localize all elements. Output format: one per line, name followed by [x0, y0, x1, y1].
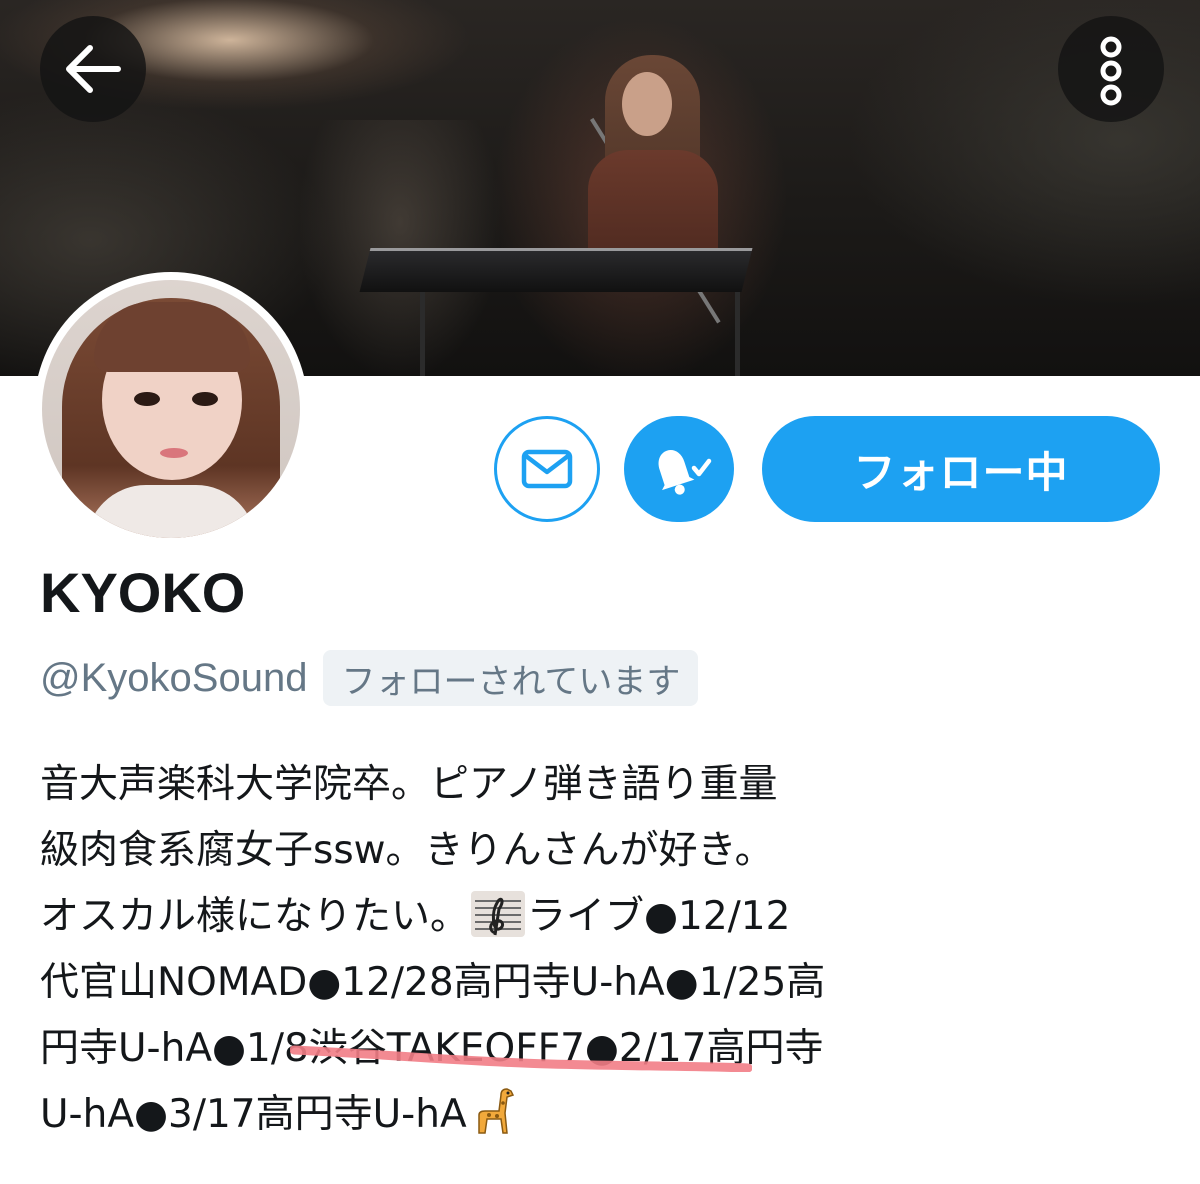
bio-line: 音大声楽科大学院卒。ピアノ弾き語り重量 — [40, 762, 778, 807]
mail-icon — [521, 449, 573, 489]
bio-line: 代官山NOMAD●12/28高円寺U-hA●1/25高 — [40, 960, 826, 1005]
back-button[interactable] — [40, 16, 146, 122]
bio-line: U-hA●3/17高円寺U-hA — [40, 1082, 1040, 1148]
avatar[interactable] — [34, 272, 308, 546]
bio-line: 級肉食系腐女子ssw。きりんさんが好き。 — [40, 828, 774, 873]
bio-text: U-hA●3/17高円寺U-hA — [40, 1092, 467, 1137]
keyboard-stand — [420, 292, 740, 376]
more-vertical-icon — [1100, 36, 1122, 106]
display-name: KYOKO — [40, 561, 246, 624]
avatar-eye-left — [134, 392, 160, 406]
handle-row: @KyokoSound フォローされています — [40, 650, 699, 706]
bio-text: オスカル様になりたい。 — [40, 894, 470, 939]
follows-you-badge: フォローされています — [323, 650, 699, 706]
arrow-left-icon — [66, 45, 121, 93]
bio-line: オスカル様になりたい。 ライブ●12/12 — [40, 884, 1040, 950]
giraffe-emoji — [477, 1088, 514, 1134]
more-options-button[interactable] — [1058, 16, 1164, 122]
bell-check-icon — [658, 450, 712, 495]
keyboard-instrument — [359, 248, 753, 292]
following-button[interactable]: フォロー中 — [762, 416, 1160, 522]
username-handle: @KyokoSound — [40, 655, 308, 700]
performer-body — [588, 150, 718, 260]
musical-score-emoji — [471, 891, 526, 937]
avatar-eye-right — [192, 392, 218, 406]
notifications-button[interactable] — [624, 416, 734, 522]
profile-bio: 音大声楽科大学院卒。ピアノ弾き語り重量 級肉食系腐女子ssw。きりんさんが好き。… — [40, 752, 1040, 1148]
bio-text: ライブ●12/12 — [527, 894, 791, 939]
message-button[interactable] — [494, 416, 600, 522]
avatar-lips — [160, 448, 188, 458]
bio-line: 円寺U-hA●1/8渋谷TAKEOFF7●2/17高円寺 — [40, 1026, 824, 1071]
avatar-photo — [42, 280, 300, 538]
performer-face — [622, 72, 672, 136]
avatar-bangs — [94, 302, 250, 372]
